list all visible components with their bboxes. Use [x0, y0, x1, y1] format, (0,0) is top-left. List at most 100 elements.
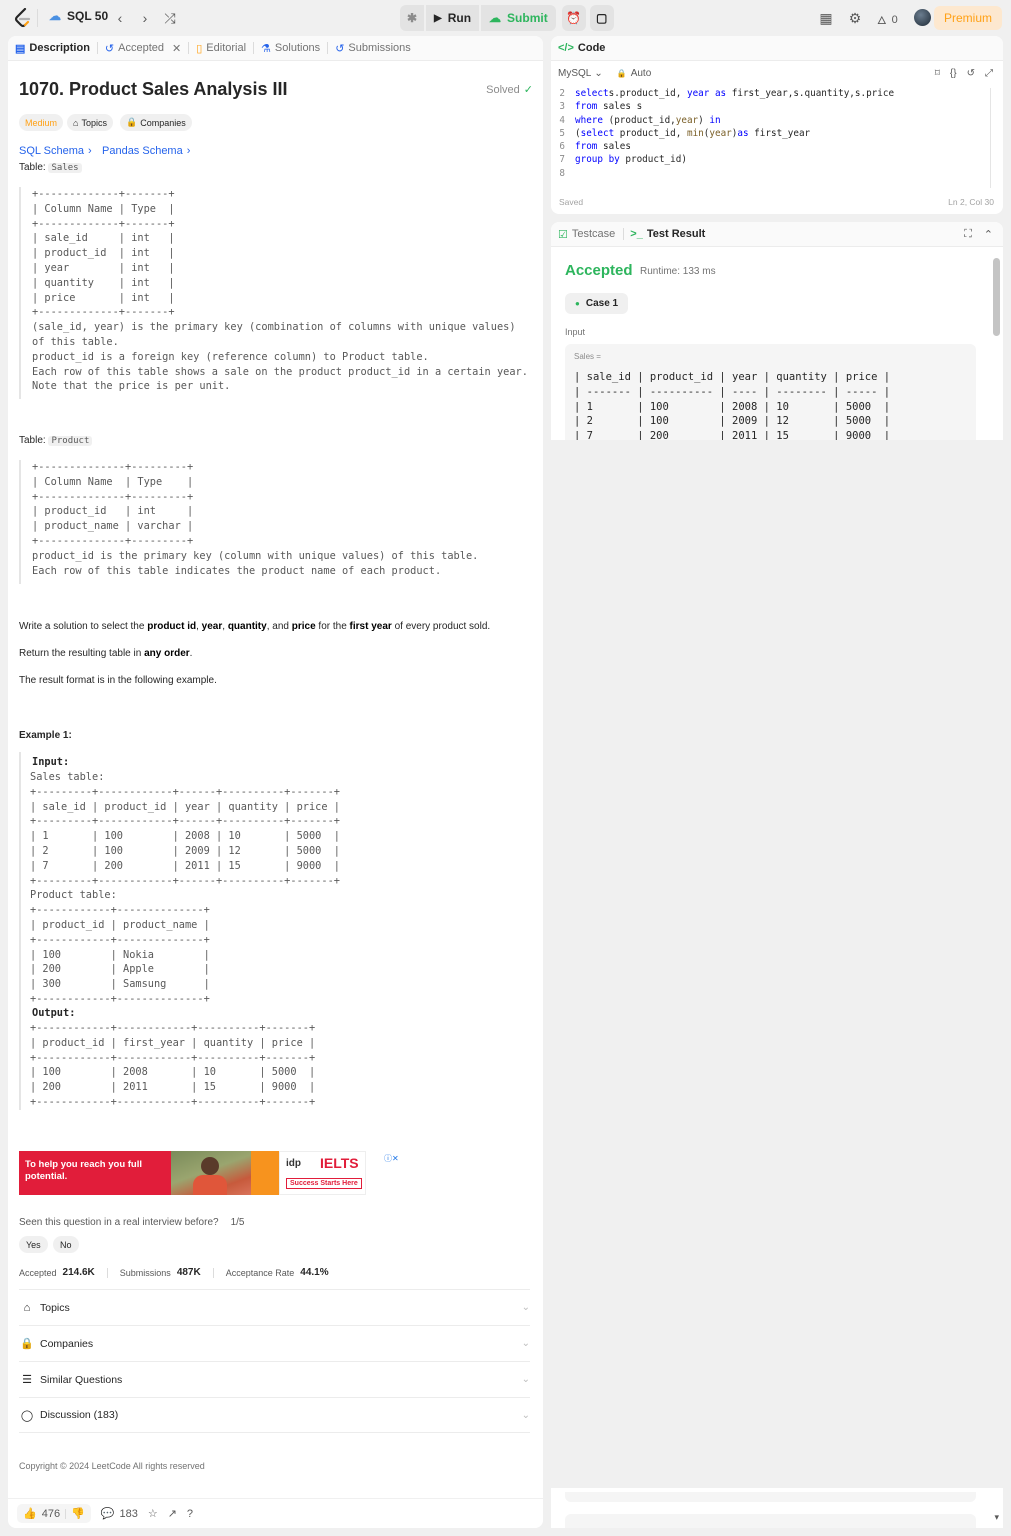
companies-accordion[interactable]: 🔒 Companies ⌄ — [19, 1325, 530, 1361]
like-button[interactable]: 👍 476 👎 — [17, 1504, 91, 1523]
debug-button[interactable]: ✱ — [400, 5, 424, 31]
code-line[interactable]: 5 (select product_id, min(year)as first_y… — [551, 128, 991, 141]
settings-button[interactable]: ⚙ — [844, 7, 866, 29]
code-panel-title: Code — [577, 42, 606, 54]
order-paragraph: Return the resulting table in any order. — [19, 648, 192, 659]
close-icon[interactable]: ✕ — [172, 42, 181, 55]
mode-label: Auto — [630, 67, 652, 79]
editor-ruler — [990, 88, 991, 188]
auto-mode-toggle[interactable]: 🔒 Auto — [617, 68, 652, 79]
language-select[interactable]: MySQL ⌄ — [558, 68, 603, 79]
panel-resize-handle[interactable] — [544, 36, 550, 1528]
chevron-right-icon: › — [142, 10, 148, 26]
case-tab[interactable]: ● Case 1 — [565, 293, 629, 314]
leetcode-logo[interactable] — [14, 8, 32, 28]
reset-icon[interactable]: ↺ — [967, 68, 975, 79]
tab-description[interactable]: ▤ Description — [8, 36, 97, 61]
yes-button[interactable]: Yes — [19, 1236, 48, 1253]
tab-submissions[interactable]: ↺ Submissions — [328, 36, 418, 61]
history-icon: ↺ — [335, 42, 345, 55]
line-number: 2 — [559, 88, 565, 99]
run-button[interactable]: ▶ Run — [426, 5, 480, 31]
random-question-button[interactable]: ⤮ — [159, 7, 181, 29]
tab-editorial[interactable]: ▯ Editorial — [189, 36, 253, 61]
line-number: 5 — [559, 127, 565, 139]
chat-bubble-icon: ◯ — [20, 1409, 34, 1422]
comments-button[interactable]: 💬 183 — [101, 1507, 138, 1521]
list-icon: ☰ — [22, 1374, 32, 1386]
thumbs-down-icon[interactable]: 👎 — [71, 1507, 85, 1520]
code-line[interactable]: 3 from sales s — [551, 101, 991, 114]
streak-counter[interactable]: 🜂 0 — [877, 9, 898, 31]
bottom-action-bar: 👍 476 👎 💬 183 ☆ ↗ ? — [8, 1498, 543, 1528]
accordion-label: Discussion (183) — [40, 1409, 119, 1421]
keyword-token: where — [575, 114, 603, 126]
avatar[interactable] — [914, 9, 931, 26]
scrollbar[interactable] — [993, 258, 1000, 336]
layout-button[interactable]: ▦ — [815, 7, 837, 29]
topics-chip-label: Topics — [81, 117, 107, 128]
format-paragraph: The result format is in the following ex… — [19, 675, 217, 686]
bookmark-icon[interactable]: ⌑ — [935, 68, 940, 79]
cloud-icon: ☁ — [49, 9, 61, 23]
premium-label: Premium — [943, 11, 992, 25]
line-number: 3 — [559, 101, 565, 113]
code-line[interactable]: 8 — [551, 168, 991, 181]
tab-accepted[interactable]: ↺ Accepted ✕ — [98, 36, 188, 61]
fullscreen-icon[interactable]: ⤢ — [985, 68, 993, 79]
interview-question-text: Seen this question in a real interview b… — [19, 1217, 219, 1228]
bold-text: product id — [147, 621, 197, 632]
format-braces-icon[interactable]: {} — [950, 68, 957, 79]
code-line[interactable]: 4 where (product_id,year) in — [551, 115, 991, 128]
discussion-accordion[interactable]: ◯ Discussion (183) ⌄ — [19, 1397, 530, 1433]
tab-testcase[interactable]: ☑ Testcase — [558, 228, 623, 241]
notes-button[interactable]: ▢ — [589, 5, 614, 31]
submit-button[interactable]: ☁ Submit — [481, 5, 556, 31]
share-icon[interactable]: ↗ — [168, 1507, 177, 1520]
companies-chip[interactable]: 🔒 Companies — [120, 114, 192, 131]
advertisement-banner[interactable]: To help you reach you full potential. id… — [19, 1151, 366, 1195]
ad-info-icon[interactable]: ⓘ✕ — [384, 1153, 399, 1164]
expand-icon[interactable]: ⛶ — [964, 228, 972, 241]
text: . — [189, 648, 193, 659]
scroll-down-icon[interactable]: ▾ — [994, 1512, 999, 1523]
yes-label: Yes — [26, 1239, 41, 1250]
chevron-down-icon: ⌄ — [521, 1338, 530, 1349]
pandas-schema-link[interactable]: Pandas Schema › — [102, 145, 190, 157]
code-editor[interactable]: 2 selects.product_id, year as first_year,… — [551, 88, 991, 181]
tab-solutions[interactable]: ⚗ Solutions — [254, 36, 327, 61]
difficulty-badge: Medium — [19, 114, 64, 131]
streak-count: 0 — [891, 14, 898, 26]
tab-test-result-label: Test Result — [646, 228, 706, 240]
document-icon: ▤ — [15, 42, 26, 55]
code-line[interactable]: 6 from sales — [551, 141, 991, 154]
prev-question-button[interactable]: ‹ — [109, 7, 131, 29]
next-question-button[interactable]: › — [134, 7, 156, 29]
sql-schema-link[interactable]: SQL Schema › — [19, 145, 92, 157]
book-icon: ▯ — [196, 42, 203, 55]
help-icon[interactable]: ? — [187, 1508, 193, 1520]
sales-input-table: | sale_id | product_id | year | quantity… — [574, 371, 891, 440]
acceptance-rate-value: 44.1% — [300, 1267, 329, 1278]
keyword-token: year — [686, 88, 710, 99]
code-line[interactable]: 7 group by product_id) — [551, 154, 991, 167]
no-button[interactable]: No — [53, 1236, 79, 1253]
sales-schema-block: +-------------+-------+ | Column Name | … — [19, 187, 528, 399]
topics-chip[interactable]: ⌂ Topics — [67, 114, 113, 131]
solved-label: Solved — [486, 83, 520, 96]
similar-questions-accordion[interactable]: ☰ Similar Questions ⌄ — [19, 1361, 530, 1397]
code-line[interactable]: 2 selects.product_id, year as first_year,… — [551, 88, 991, 101]
timer-button[interactable]: ⏰ — [561, 5, 586, 31]
study-plan-link[interactable]: ☁ SQL 50 — [49, 9, 108, 23]
chevron-right-icon: › — [186, 145, 191, 157]
premium-button[interactable]: Premium — [933, 6, 1002, 30]
bold-text: quantity — [227, 621, 267, 632]
star-icon[interactable]: ☆ — [148, 1507, 158, 1520]
chevron-up-icon[interactable]: ⌃ — [984, 228, 993, 241]
table-label: Table: — [19, 162, 49, 173]
tab-editorial-label: Editorial — [206, 42, 247, 54]
topics-accordion[interactable]: ⌂ Topics ⌄ — [19, 1289, 530, 1325]
description-panel: ▤ Description ↺ Accepted ✕ ▯ Editorial ⚗… — [8, 36, 543, 1528]
tab-test-result[interactable]: >_ Test Result — [624, 228, 705, 240]
sales-variable-label: Sales = — [574, 352, 601, 361]
